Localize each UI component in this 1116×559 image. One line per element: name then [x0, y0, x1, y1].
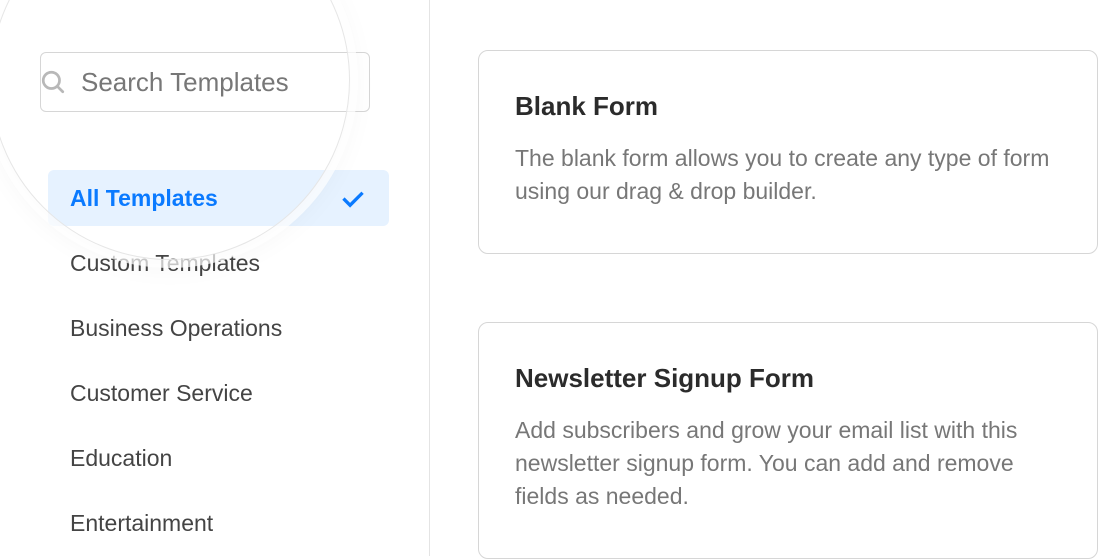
template-card-blank-form[interactable]: Blank Form The blank form allows you to … [478, 50, 1098, 254]
category-list: All Templates Custom Templates Business … [40, 170, 389, 551]
search-icon [40, 69, 66, 95]
sidebar: All Templates Custom Templates Business … [0, 0, 430, 556]
category-label: All Templates [70, 185, 218, 212]
category-education[interactable]: Education [48, 431, 389, 486]
template-title: Blank Form [515, 91, 1061, 122]
category-label: Education [70, 445, 172, 472]
category-all-templates[interactable]: All Templates [48, 170, 389, 226]
template-list: Blank Form The blank form allows you to … [430, 0, 1116, 556]
search-wrap [40, 52, 389, 112]
category-business-operations[interactable]: Business Operations [48, 301, 389, 356]
category-label: Entertainment [70, 510, 213, 537]
category-label: Custom Templates [70, 250, 260, 277]
category-label: Business Operations [70, 315, 282, 342]
category-entertainment[interactable]: Entertainment [48, 496, 389, 551]
template-card-newsletter-signup[interactable]: Newsletter Signup Form Add subscribers a… [478, 322, 1098, 559]
template-description: Add subscribers and grow your email list… [515, 414, 1061, 514]
category-label: Customer Service [70, 380, 253, 407]
template-title: Newsletter Signup Form [515, 363, 1061, 394]
check-icon [339, 184, 367, 212]
template-description: The blank form allows you to create any … [515, 142, 1061, 209]
search-input[interactable] [40, 52, 370, 112]
category-custom-templates[interactable]: Custom Templates [48, 236, 389, 291]
category-customer-service[interactable]: Customer Service [48, 366, 389, 421]
